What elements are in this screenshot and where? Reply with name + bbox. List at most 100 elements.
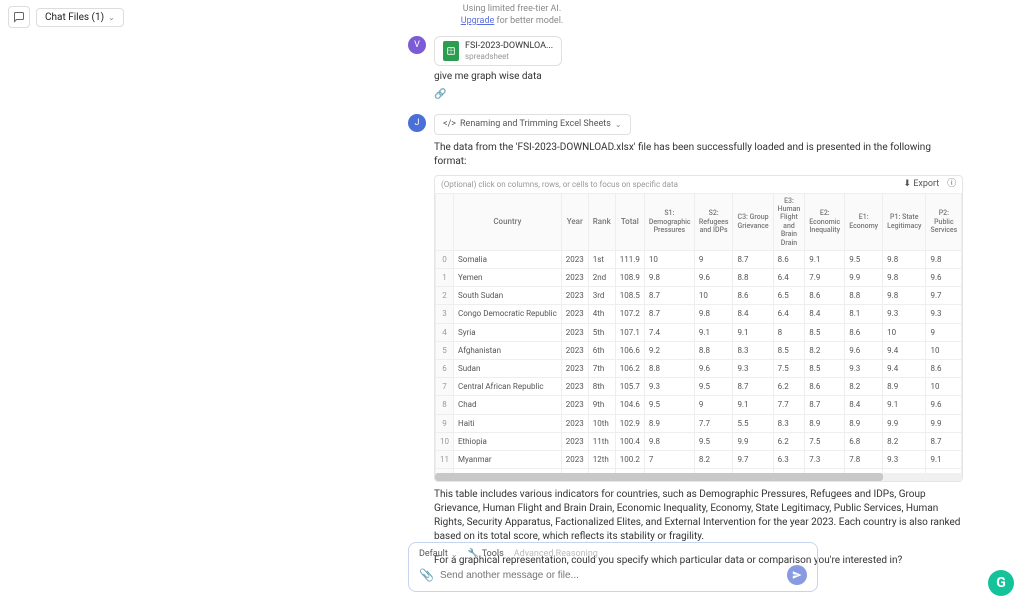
table-cell[interactable]: 8.9 bbox=[644, 414, 694, 432]
table-cell[interactable]: 8.8 bbox=[694, 341, 733, 359]
table-cell[interactable]: 9 bbox=[694, 396, 733, 414]
table-cell[interactable]: 8.8 bbox=[733, 269, 773, 287]
table-cell[interactable]: 8.7 bbox=[644, 305, 694, 323]
column-header[interactable]: Total bbox=[615, 193, 644, 250]
table-cell[interactable]: 10 bbox=[926, 378, 962, 396]
table-cell[interactable]: 9.8 bbox=[644, 432, 694, 450]
table-cell[interactable]: 9.3 bbox=[644, 378, 694, 396]
table-cell[interactable]: 8.9 bbox=[845, 414, 883, 432]
table-cell[interactable]: 8.7 bbox=[926, 432, 962, 450]
table-cell[interactable]: 104.6 bbox=[615, 396, 644, 414]
table-cell[interactable]: South Sudan bbox=[454, 287, 562, 305]
table-cell[interactable]: 9 bbox=[926, 323, 962, 341]
table-cell[interactable]: Chad bbox=[454, 396, 562, 414]
table-cell[interactable]: 8.4 bbox=[733, 305, 773, 323]
table-cell[interactable]: 8.8 bbox=[845, 287, 883, 305]
table-cell[interactable]: 11th bbox=[588, 432, 615, 450]
column-header[interactable]: E3: Human Flight and Brain Drain bbox=[773, 193, 805, 250]
table-cell[interactable]: 1 bbox=[436, 269, 454, 287]
table-cell[interactable]: 3rd bbox=[588, 287, 615, 305]
table-cell[interactable]: 106.6 bbox=[615, 341, 644, 359]
table-cell[interactable]: 8.6 bbox=[733, 287, 773, 305]
table-cell[interactable]: 9 bbox=[694, 250, 733, 268]
table-cell[interactable]: 5 bbox=[436, 341, 454, 359]
table-cell[interactable]: 9th bbox=[588, 396, 615, 414]
info-icon[interactable]: ⓘ bbox=[947, 178, 956, 191]
column-header[interactable]: S1: Demographic Pressures bbox=[644, 193, 694, 250]
table-cell[interactable]: Central African Republic bbox=[454, 378, 562, 396]
table-cell[interactable]: 2nd bbox=[588, 269, 615, 287]
table-cell[interactable]: 8.5 bbox=[805, 323, 845, 341]
table-cell[interactable]: Haiti bbox=[454, 414, 562, 432]
table-cell[interactable]: 11 bbox=[436, 450, 454, 468]
table-cell[interactable]: 9.3 bbox=[883, 305, 926, 323]
table-cell[interactable]: 7.7 bbox=[773, 396, 805, 414]
table-cell[interactable]: 6.2 bbox=[773, 432, 805, 450]
table-cell[interactable]: 10 bbox=[883, 323, 926, 341]
table-cell[interactable]: 9.4 bbox=[883, 341, 926, 359]
table-cell[interactable]: 8.5 bbox=[805, 360, 845, 378]
column-header[interactable] bbox=[436, 193, 454, 250]
table-cell[interactable]: 6 bbox=[436, 360, 454, 378]
table-cell[interactable]: 102.9 bbox=[615, 414, 644, 432]
table-cell[interactable]: 7 bbox=[436, 378, 454, 396]
table-cell[interactable]: 2023 bbox=[561, 432, 588, 450]
table-cell[interactable]: 8.2 bbox=[805, 341, 845, 359]
table-cell[interactable]: 7 bbox=[644, 450, 694, 468]
table-cell[interactable]: 8.2 bbox=[845, 378, 883, 396]
table-cell[interactable]: 7th bbox=[588, 360, 615, 378]
upgrade-link[interactable]: Upgrade bbox=[461, 16, 495, 26]
file-attachment[interactable]: FSI-2023-DOWNLOA... spreadsheet bbox=[434, 36, 562, 66]
table-cell[interactable]: 8.7 bbox=[805, 396, 845, 414]
column-header[interactable]: P1: State Legitimacy bbox=[883, 193, 926, 250]
table-cell[interactable]: 6.2 bbox=[773, 378, 805, 396]
send-button[interactable] bbox=[787, 565, 807, 585]
table-cell[interactable]: 8.6 bbox=[926, 360, 962, 378]
table-cell[interactable]: 1st bbox=[588, 250, 615, 268]
column-header[interactable]: Rank bbox=[588, 193, 615, 250]
table-cell[interactable]: 9.8 bbox=[883, 287, 926, 305]
table-cell[interactable]: 9.7 bbox=[733, 450, 773, 468]
table-cell[interactable]: 9.9 bbox=[733, 432, 773, 450]
table-cell[interactable]: 8.4 bbox=[845, 396, 883, 414]
data-table[interactable]: CountryYearRankTotalS1: Demographic Pres… bbox=[435, 193, 962, 473]
table-cell[interactable]: 9.1 bbox=[926, 450, 962, 468]
table-cell[interactable]: 9.1 bbox=[805, 250, 845, 268]
table-row[interactable]: 7Central African Republic20238th105.79.3… bbox=[436, 378, 962, 396]
table-cell[interactable]: 105.7 bbox=[615, 378, 644, 396]
table-cell[interactable]: 8.7 bbox=[733, 250, 773, 268]
table-cell[interactable]: 108.9 bbox=[615, 269, 644, 287]
table-cell[interactable]: 9.5 bbox=[694, 432, 733, 450]
table-cell[interactable]: 8.6 bbox=[773, 250, 805, 268]
chat-files-dropdown[interactable]: Chat Files (1) ⌄ bbox=[36, 8, 124, 27]
table-cell[interactable]: 9.9 bbox=[883, 414, 926, 432]
table-cell[interactable]: 100.4 bbox=[615, 432, 644, 450]
table-cell[interactable]: 106.2 bbox=[615, 360, 644, 378]
table-cell[interactable]: 9.8 bbox=[694, 305, 733, 323]
table-cell[interactable]: 6.4 bbox=[773, 269, 805, 287]
table-row[interactable]: 10Ethiopia202311th100.49.89.59.96.27.56.… bbox=[436, 432, 962, 450]
tools-tab[interactable]: 🔧 Tools bbox=[468, 549, 504, 559]
table-cell[interactable]: 9.9 bbox=[845, 269, 883, 287]
table-cell[interactable]: 9.6 bbox=[926, 396, 962, 414]
grammarly-badge[interactable]: G bbox=[988, 570, 1014, 596]
table-cell[interactable]: 8.7 bbox=[644, 287, 694, 305]
table-cell[interactable]: 8 bbox=[773, 323, 805, 341]
column-header[interactable]: S2: Refugees and IDPs bbox=[694, 193, 733, 250]
table-cell[interactable]: 5.5 bbox=[733, 414, 773, 432]
table-cell[interactable]: 9.7 bbox=[926, 287, 962, 305]
sidebar-toggle[interactable] bbox=[8, 6, 30, 28]
table-cell[interactable]: 2023 bbox=[561, 305, 588, 323]
table-cell[interactable]: 9.6 bbox=[845, 341, 883, 359]
table-cell[interactable]: 7.9 bbox=[805, 269, 845, 287]
table-cell[interactable]: 107.1 bbox=[615, 323, 644, 341]
table-cell[interactable]: 7.3 bbox=[805, 450, 845, 468]
table-cell[interactable]: 111.9 bbox=[615, 250, 644, 268]
table-cell[interactable]: 6th bbox=[588, 341, 615, 359]
table-row[interactable]: 2South Sudan20233rd108.58.7108.66.58.68.… bbox=[436, 287, 962, 305]
table-cell[interactable]: 7.8 bbox=[845, 450, 883, 468]
table-cell[interactable]: 9.3 bbox=[883, 450, 926, 468]
table-cell[interactable]: 9.6 bbox=[694, 360, 733, 378]
table-cell[interactable]: 2023 bbox=[561, 250, 588, 268]
table-cell[interactable]: 9.3 bbox=[733, 360, 773, 378]
